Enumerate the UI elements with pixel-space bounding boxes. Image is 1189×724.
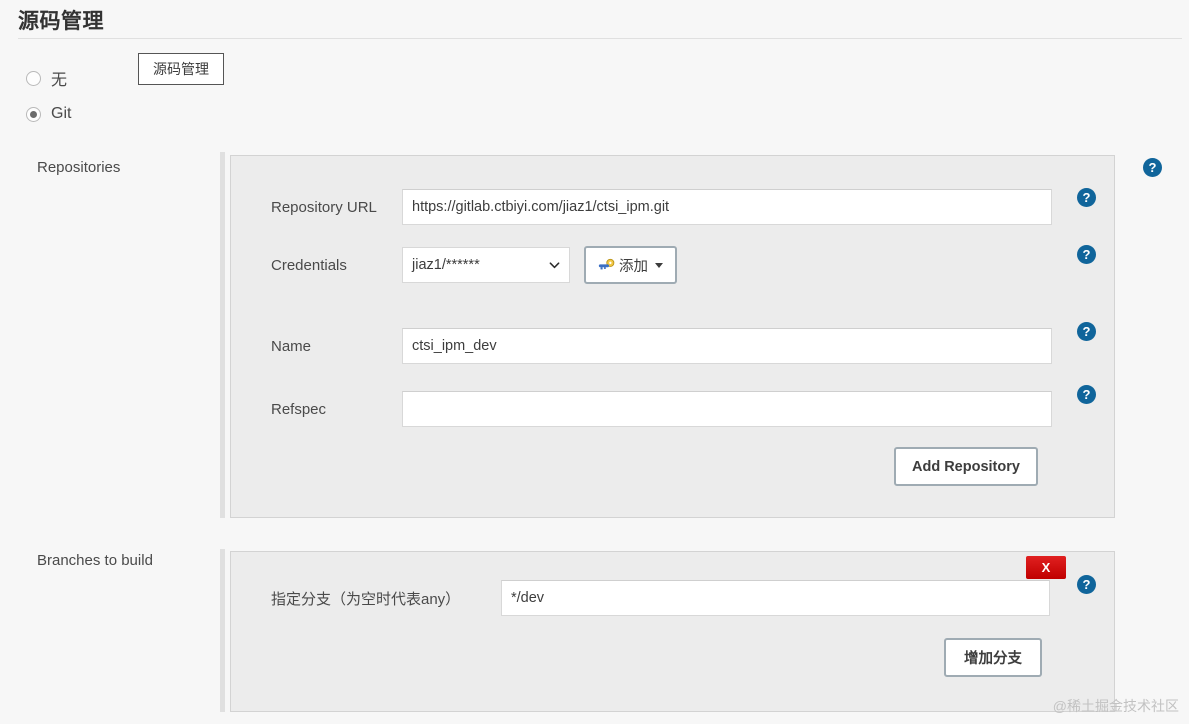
repository-name-input[interactable]: ctsi_ipm_dev (402, 328, 1052, 364)
repository-url-label: Repository URL (271, 199, 399, 216)
help-icon-name[interactable]: ? (1077, 322, 1096, 341)
add-credentials-button[interactable]: 添加 (584, 246, 677, 284)
branch-specifier-row: 指定分支（为空时代表any） */dev (271, 580, 1050, 616)
scm-radio-none-label: 无 (51, 66, 67, 90)
scm-radio-git[interactable]: Git (26, 105, 71, 123)
credentials-label: Credentials (271, 257, 399, 274)
credentials-row: Credentials jiaz1/****** 添加 (271, 246, 677, 284)
help-icon-branch-specifier[interactable]: ? (1077, 575, 1096, 594)
add-repository-button[interactable]: Add Repository (894, 447, 1038, 486)
help-icon-repositories-section[interactable]: ? (1143, 158, 1162, 177)
radio-icon-git[interactable] (26, 107, 41, 122)
scm-tooltip-box: 源码管理 (138, 53, 224, 85)
add-branch-label: 增加分支 (964, 647, 1022, 668)
delete-branch-button[interactable]: X (1026, 556, 1066, 579)
scm-radio-git-label: Git (51, 105, 71, 123)
credentials-selected-value: jiaz1/****** (412, 257, 480, 273)
repository-url-row: Repository URL https://gitlab.ctbiyi.com… (271, 189, 1052, 225)
title-divider (18, 38, 1182, 39)
section-label-repositories: Repositories (37, 159, 120, 176)
repository-refspec-input[interactable] (402, 391, 1052, 427)
credentials-select[interactable]: jiaz1/****** (402, 247, 570, 283)
repository-url-input[interactable]: https://gitlab.ctbiyi.com/jiaz1/ctsi_ipm… (402, 189, 1052, 225)
help-icon-repository-url[interactable]: ? (1077, 188, 1096, 207)
scm-radio-none[interactable]: 无 (26, 66, 67, 90)
help-icon-credentials[interactable]: ? (1077, 245, 1096, 264)
chevron-down-icon (549, 260, 560, 271)
repositories-panel: Repository URL https://gitlab.ctbiyi.com… (230, 155, 1115, 518)
key-icon (598, 258, 615, 272)
add-credentials-label: 添加 (619, 255, 648, 276)
repository-refspec-row: Refspec (271, 391, 1052, 427)
add-repository-label: Add Repository (912, 459, 1020, 475)
help-icon-refspec[interactable]: ? (1077, 385, 1096, 404)
caret-down-icon (655, 263, 663, 268)
branch-specifier-input[interactable]: */dev (501, 580, 1050, 616)
branches-panel: 指定分支（为空时代表any） */dev X 增加分支 (230, 551, 1115, 712)
branch-specifier-label: 指定分支（为空时代表any） (271, 588, 498, 609)
repository-refspec-label: Refspec (271, 401, 399, 418)
repository-name-row: Name ctsi_ipm_dev (271, 328, 1052, 364)
branches-accent-bar (220, 549, 225, 712)
page-title: 源码管理 (18, 5, 104, 35)
radio-icon-none[interactable] (26, 71, 41, 86)
add-branch-button[interactable]: 增加分支 (944, 638, 1042, 677)
repositories-accent-bar (220, 152, 225, 518)
section-label-branches: Branches to build (37, 552, 153, 569)
watermark: @稀土掘金技术社区 (1053, 696, 1179, 716)
repository-name-label: Name (271, 338, 399, 355)
